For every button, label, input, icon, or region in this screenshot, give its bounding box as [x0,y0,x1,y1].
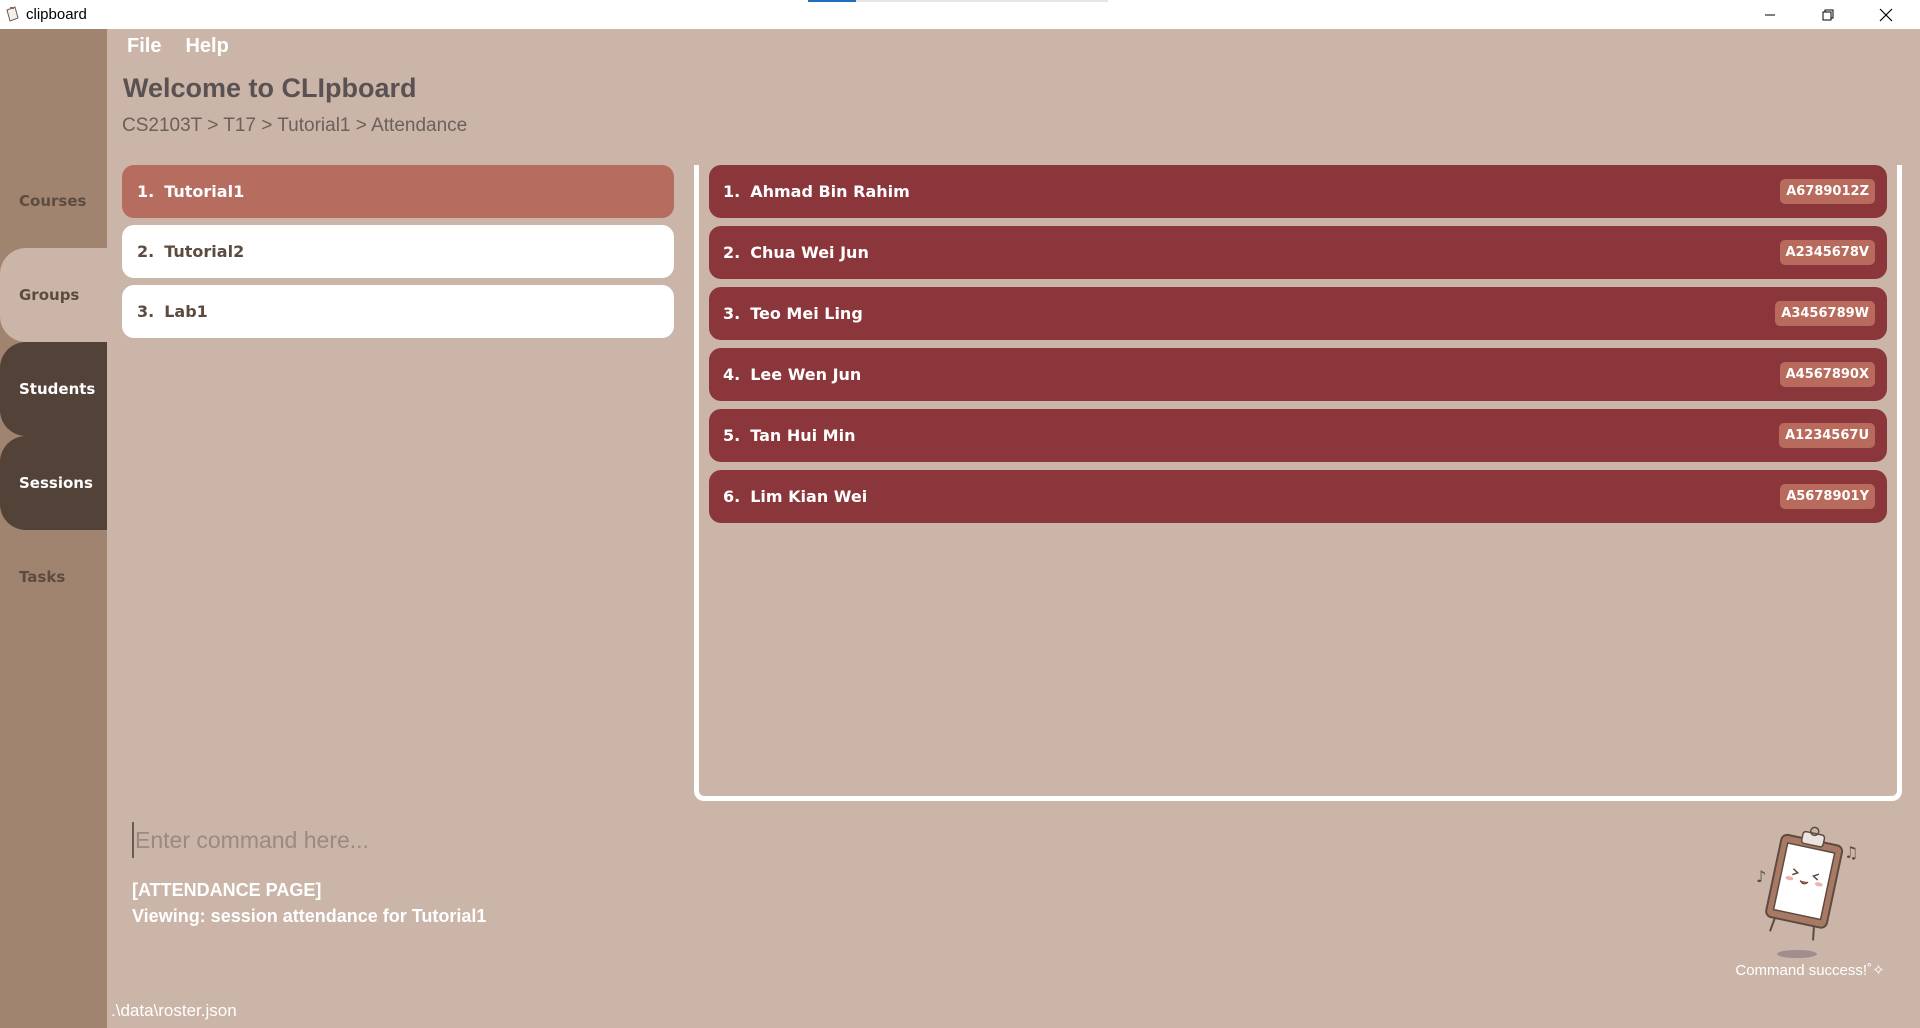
title-bar: clipboard [0,0,1920,29]
title-progress-fill [808,0,856,2]
student-name: Teo Mei Ling [750,304,863,323]
close-icon [1879,8,1893,21]
sidebar-item-label: Courses [19,192,87,210]
student-number: 3. [723,304,741,323]
student-name: Chua Wei Jun [750,243,869,262]
group-item[interactable]: 3. Lab1 [122,285,674,338]
group-item[interactable]: 1. Tutorial1 [122,165,674,218]
student-list: 1. Ahmad Bin Rahim A6789012Z 2. Chua Wei J… [709,165,1887,531]
student-id-badge: A3456789W [1775,301,1875,326]
window-title: clipboard [26,6,87,23]
group-list: 1. Tutorial1 2. Tutorial2 3. Lab1 [122,165,674,345]
student-name: Lim Kian Wei [750,487,868,506]
student-row[interactable]: 4. Lee Wen Jun A4567890X [709,348,1887,401]
sidebar-item-sessions[interactable]: Sessions [0,436,107,530]
group-item[interactable]: 2. Tutorial2 [122,225,674,278]
sidebar-item-label: Tasks [19,568,66,586]
title-progress-bar [808,0,1108,2]
student-row[interactable]: 5. Tan Hui Min A1234567U [709,409,1887,462]
student-number: 4. [723,365,741,384]
student-number: 2. [723,243,741,262]
sidebar-item-label: Students [19,380,96,398]
close-button[interactable] [1857,0,1915,29]
group-name: Tutorial1 [164,182,245,201]
sidebar: Courses Groups Students Sessions Tasks [0,29,107,1028]
group-number: 1. [137,182,155,201]
sidebar-item-courses[interactable]: Courses [0,154,107,248]
result-line-message: Viewing: session attendance for Tutorial… [132,906,487,926]
student-row[interactable]: 2. Chua Wei Jun A2345678V [709,226,1887,279]
svg-text:♪: ♪ [1756,867,1766,886]
menu-file[interactable]: File [127,35,161,58]
result-display: [ATTENDANCE PAGE] Viewing: session atten… [132,877,486,929]
student-id-badge: A6789012Z [1780,179,1875,204]
status-bar-path: .\data\roster.json [111,1001,237,1020]
student-row[interactable]: 6. Lim Kian Wei A5678901Y [709,470,1887,523]
student-id-badge: A4567890X [1779,362,1875,387]
group-number: 3. [137,302,155,321]
student-row[interactable]: 1. Ahmad Bin Rahim A6789012Z [709,165,1887,218]
minimize-icon [1765,14,1775,15]
group-name: Lab1 [164,302,208,321]
student-name: Ahmad Bin Rahim [750,182,910,201]
student-number: 1. [723,182,741,201]
group-name: Tutorial2 [164,242,245,261]
menu-help[interactable]: Help [185,35,228,58]
clipboard-app-icon [5,6,19,22]
student-name: Tan Hui Min [750,426,856,445]
sidebar-item-groups[interactable]: Groups [0,248,107,342]
restore-button[interactable] [1799,0,1857,29]
group-number: 2. [137,242,155,261]
menu-bar: File Help [127,35,229,58]
restore-icon [1822,9,1834,20]
page-title: Welcome to CLIpboard [123,73,417,103]
mascot-status: Command success!˚✧ [1735,962,1885,979]
minimize-button[interactable] [1741,0,1799,29]
breadcrumb: CS2103T > T17 > Tutorial1 > Attendance [122,115,468,136]
command-input[interactable] [132,822,1632,858]
student-id-badge: A2345678V [1779,240,1875,265]
svg-text:♫: ♫ [1844,843,1858,862]
result-line-page: [ATTENDANCE PAGE] [132,880,322,900]
sidebar-item-tasks[interactable]: Tasks [0,530,107,624]
student-name: Lee Wen Jun [750,365,862,384]
student-row[interactable]: 3. Teo Mei Ling A3456789W [709,287,1887,340]
sidebar-item-students[interactable]: Students [0,342,107,436]
student-id-badge: A1234567U [1779,423,1875,448]
student-id-badge: A5678901Y [1780,484,1875,509]
student-number: 6. [723,487,741,506]
sidebar-item-label: Groups [19,286,80,304]
sidebar-item-label: Sessions [19,474,93,492]
clipboard-mascot-icon: ♪ ♫ [1752,822,1862,962]
student-number: 5. [723,426,741,445]
